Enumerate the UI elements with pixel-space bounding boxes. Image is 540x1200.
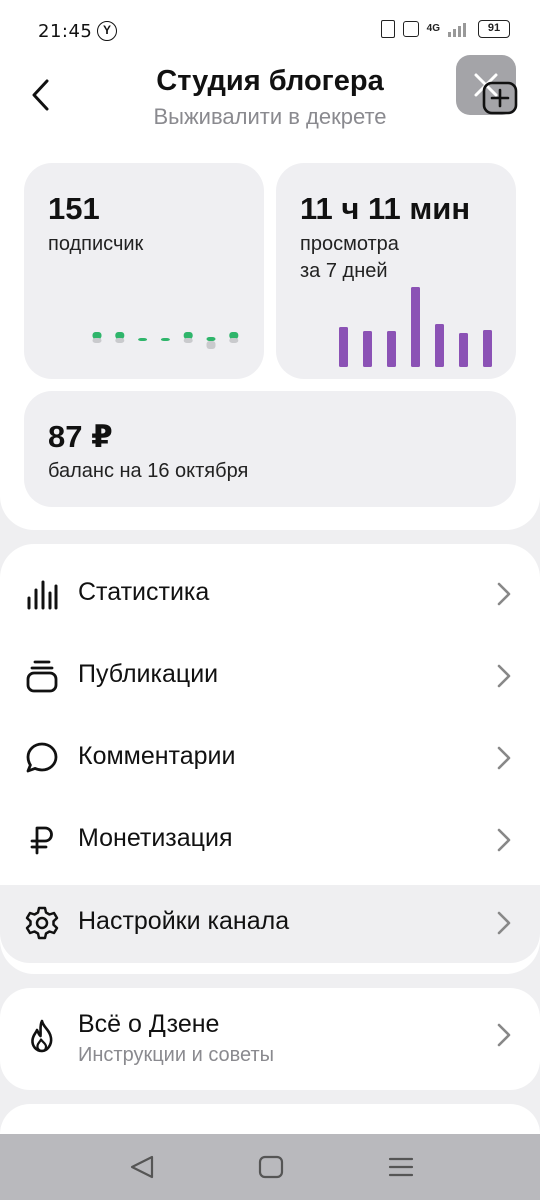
subscribers-trend-mark — [138, 338, 148, 341]
menu-item-label: Статистика — [78, 578, 210, 606]
views-bar — [411, 287, 420, 367]
network-type: 4G — [426, 23, 440, 34]
about-title: Всё о Дзене — [78, 1010, 220, 1038]
status-time: 21:45 — [38, 21, 93, 42]
views-card[interactable]: 11 ч 11 мин просмотра за 7 дней — [276, 163, 516, 379]
subscribers-trend-shadow — [229, 338, 239, 343]
views-bar-chart — [339, 287, 492, 367]
vibrate-icon — [402, 21, 419, 37]
menu-item-label: Публикации — [78, 660, 219, 688]
views-bar — [435, 324, 444, 367]
publications-icon — [26, 660, 58, 693]
menu-item-comments[interactable]: Комментарии — [0, 720, 540, 796]
balance-value: 87 ₽ — [48, 419, 113, 454]
gear-icon — [25, 906, 59, 940]
views-bar — [363, 331, 372, 367]
chevron-right-icon — [497, 911, 511, 935]
flame-icon — [31, 1019, 53, 1053]
subscribers-trend-mark — [183, 332, 193, 339]
menu-panel: Статистика Публикации Комментарии Монети… — [0, 544, 540, 974]
chevron-right-icon — [497, 1023, 511, 1047]
subscribers-trend-mark — [92, 332, 102, 339]
chevron-right-icon — [497, 746, 511, 770]
battery-icon: 91 — [478, 20, 510, 38]
chevron-right-icon — [497, 828, 511, 852]
subscribers-trend-chart — [92, 332, 239, 349]
nfc-icon — [380, 20, 395, 38]
menu-item-label: Комментарии — [78, 742, 236, 770]
status-icons: 4G 91 — [380, 20, 510, 38]
signal-icon — [448, 21, 470, 37]
bar-chart-icon — [27, 580, 58, 610]
menu-item-statistics[interactable]: Статистика — [0, 556, 540, 632]
ruble-icon — [30, 826, 53, 855]
menu-item-label: Монетизация — [78, 824, 233, 852]
menu-item-publications[interactable]: Публикации — [0, 638, 540, 714]
subscribers-trend-shadow — [183, 338, 193, 343]
subscribers-trend-mark — [115, 332, 125, 339]
views-bar — [339, 327, 348, 367]
views-bar — [483, 330, 492, 367]
menu-item-channel-settings[interactable]: Настройки канала — [0, 885, 540, 963]
system-navigation-bar — [0, 1134, 540, 1200]
subscribers-trend-shadow — [92, 338, 102, 343]
views-bar — [459, 333, 468, 367]
chevron-right-icon — [497, 582, 511, 606]
balance-label: баланс на 16 октября — [48, 460, 249, 482]
chevron-right-icon — [497, 664, 511, 688]
subscribers-trend-shadow — [206, 341, 216, 349]
subscribers-trend-mark — [160, 338, 170, 341]
subscribers-trend-shadow — [115, 338, 125, 343]
status-bar: 21:45 Y 4G 91 — [0, 0, 540, 60]
subscribers-trend-mark — [206, 337, 216, 341]
plus-box-icon — [482, 81, 518, 115]
subscribers-card[interactable]: 151 подписчик — [24, 163, 264, 379]
about-subtitle: Инструкции и советы — [78, 1044, 275, 1066]
about-zen-item[interactable]: Всё о Дзене Инструкции и советы — [0, 988, 540, 1090]
nav-menu-icon[interactable] — [386, 1154, 416, 1180]
nav-back-icon[interactable] — [128, 1154, 158, 1180]
balance-card[interactable]: 87 ₽ баланс на 16 октября — [24, 391, 516, 507]
subscribers-trend-mark — [229, 332, 239, 339]
nav-home-icon[interactable] — [256, 1154, 286, 1180]
yandex-notification-icon: Y — [97, 21, 117, 41]
comment-icon — [26, 742, 58, 773]
menu-item-monetization[interactable]: Монетизация — [0, 802, 540, 878]
views-bar — [387, 331, 396, 367]
menu-item-label: Настройки канала — [78, 907, 290, 935]
